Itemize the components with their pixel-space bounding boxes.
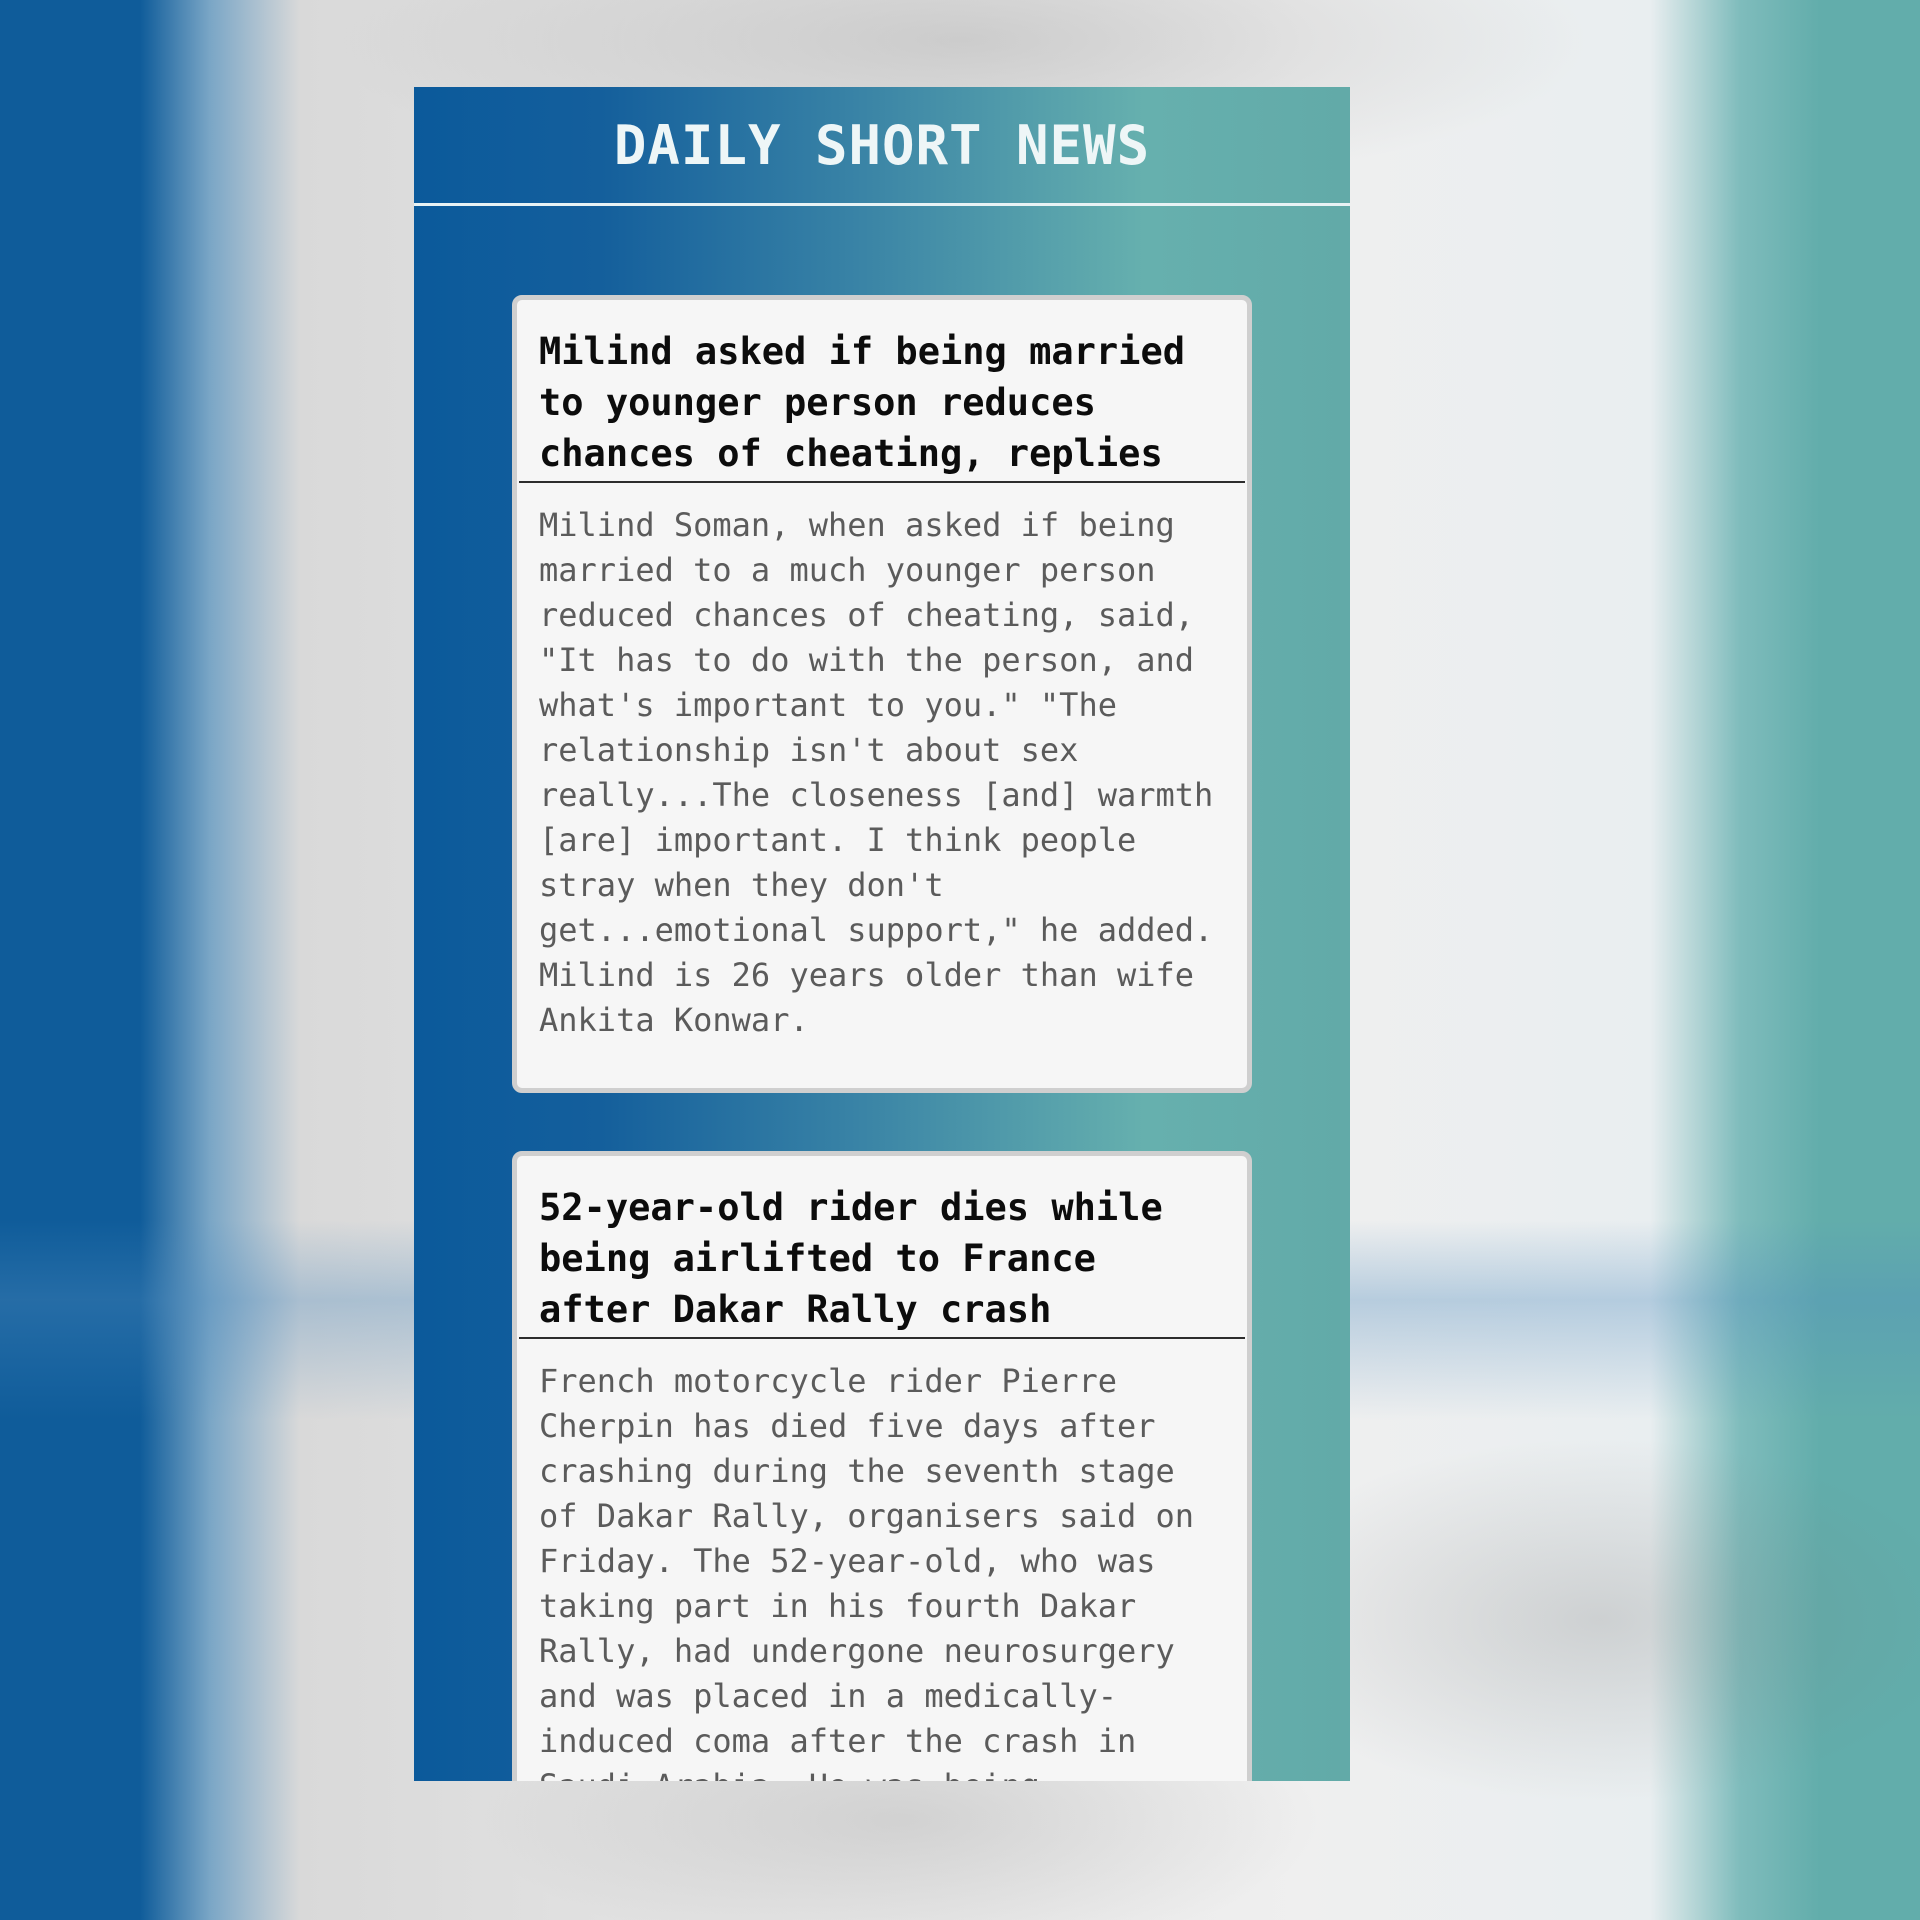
news-app-window: DAILY SHORT NEWS Milind asked if being m… <box>414 87 1350 1781</box>
news-card-body: French motorcycle rider Pierre Cherpin h… <box>539 1362 1195 1781</box>
news-feed[interactable]: Milind asked if being married to younger… <box>414 206 1350 1781</box>
app-header: DAILY SHORT NEWS <box>414 87 1350 206</box>
news-card-body: Milind Soman, when asked if being marrie… <box>539 506 1214 1039</box>
news-card-title[interactable]: Milind asked if being married to younger… <box>519 300 1245 483</box>
news-card-title[interactable]: 52-year-old rider dies while being airli… <box>519 1156 1245 1339</box>
app-title: DAILY SHORT NEWS <box>613 113 1151 177</box>
news-card[interactable]: 52-year-old rider dies while being airli… <box>512 1151 1252 1781</box>
news-card[interactable]: Milind asked if being married to younger… <box>512 295 1252 1093</box>
